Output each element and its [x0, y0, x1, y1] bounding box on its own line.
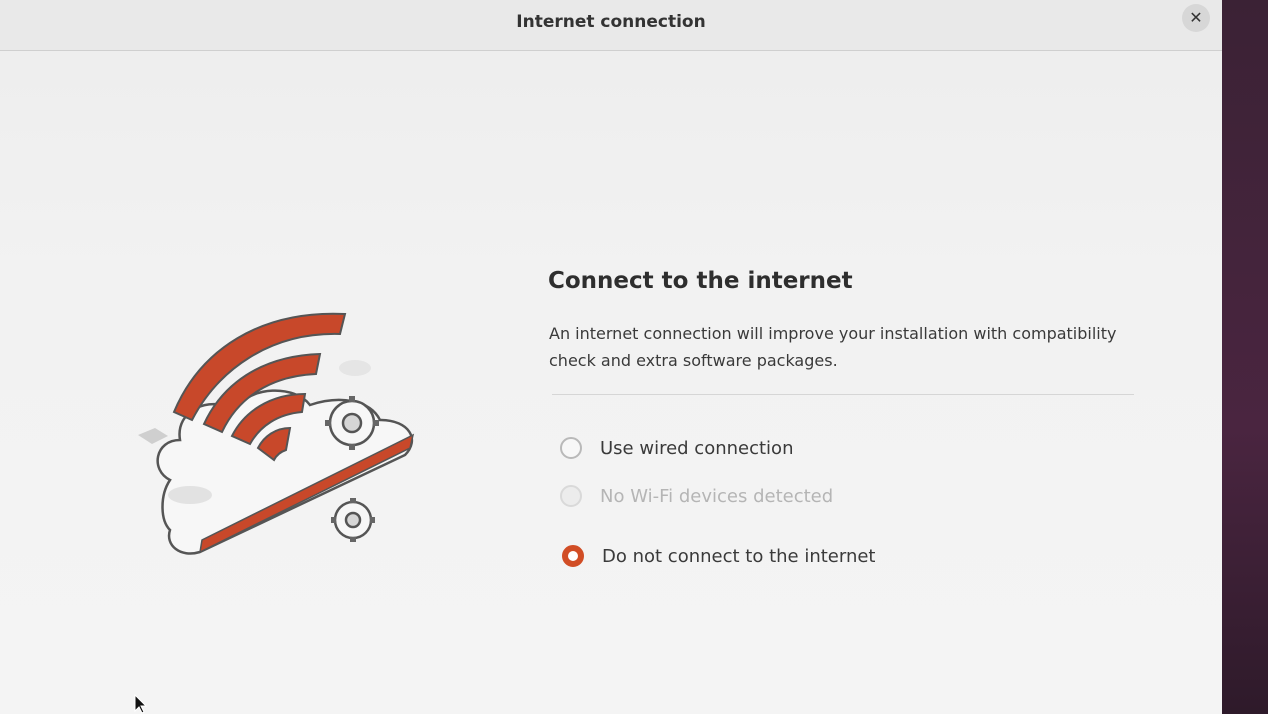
option-label: Do not connect to the internet	[602, 545, 876, 567]
wifi-cloud-gears-icon	[138, 312, 415, 555]
page-description: An internet connection will improve your…	[549, 324, 1117, 370]
option-label: Use wired connection	[600, 437, 794, 459]
radio-wired-connection[interactable]	[560, 437, 582, 459]
title-bar: Internet connection ✕	[0, 0, 1222, 51]
radio-no-internet[interactable]	[562, 545, 584, 567]
mouse-pointer-icon	[134, 694, 148, 714]
option-wired-connection[interactable]: Use wired connection	[560, 437, 793, 459]
option-label: No Wi-Fi devices detected	[600, 485, 834, 507]
close-icon[interactable]: ✕	[1182, 4, 1210, 32]
installer-window: Internet connection ✕ Connect to the int…	[0, 0, 1222, 714]
divider	[552, 394, 1134, 395]
option-wifi: No Wi-Fi devices detected	[560, 485, 833, 507]
option-no-internet[interactable]: Do not connect to the internet	[562, 545, 876, 567]
radio-wifi	[560, 485, 582, 507]
window-title: Internet connection	[516, 12, 706, 32]
page-heading: Connect to the internet	[548, 268, 853, 294]
